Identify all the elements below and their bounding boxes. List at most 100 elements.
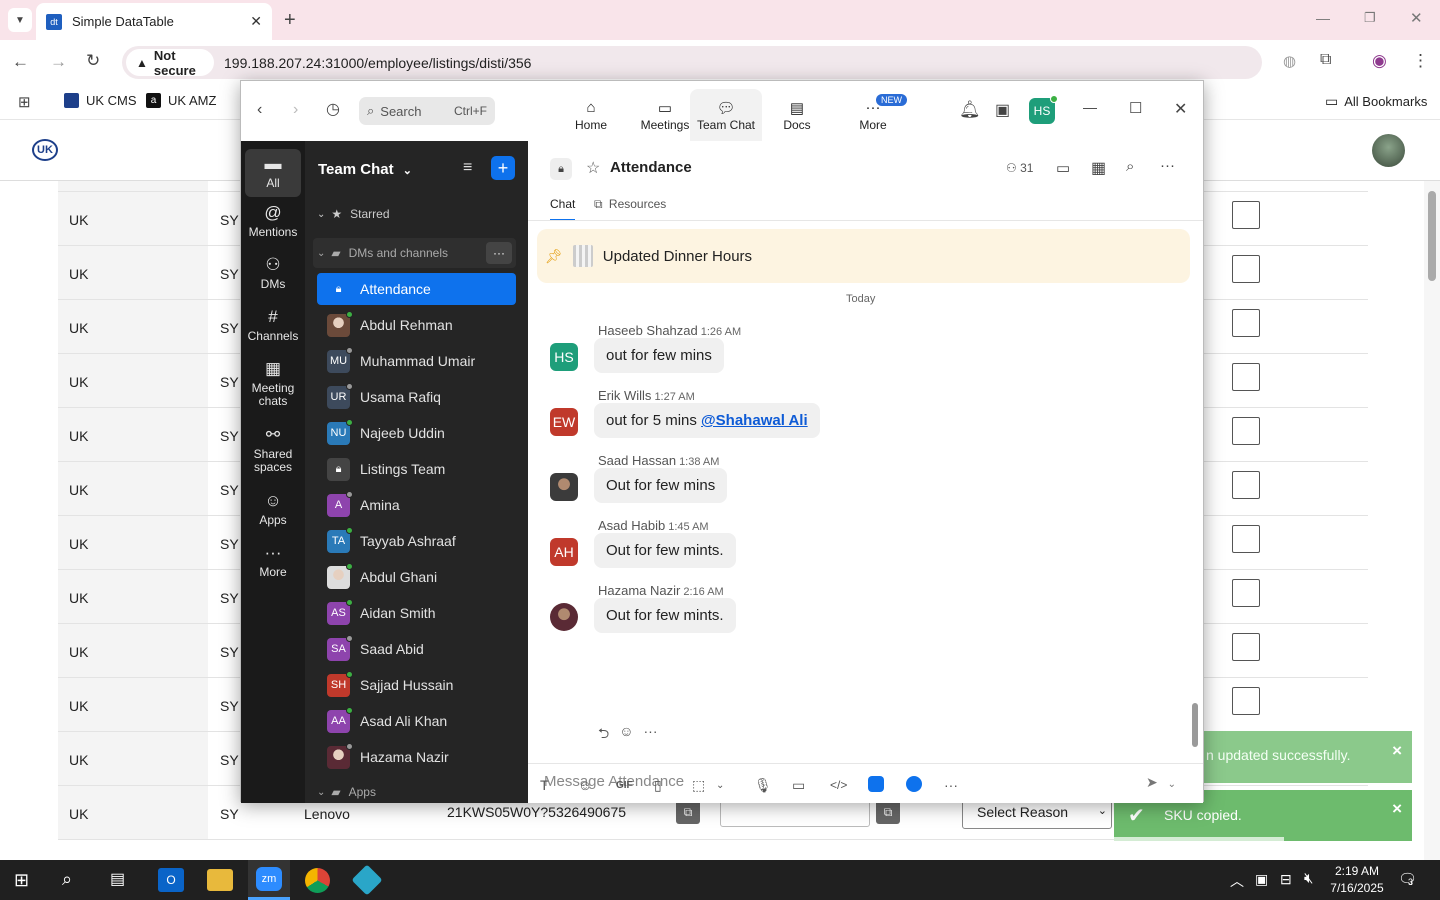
channel-more-icon[interactable]: ···	[1160, 157, 1175, 174]
filter-icon[interactable]: ≡	[463, 159, 472, 177]
row-checkbox[interactable]	[1232, 201, 1260, 229]
row-checkbox[interactable]	[1232, 417, 1260, 445]
toast-close-icon[interactable]: ×	[1392, 741, 1402, 761]
video-call-icon[interactable]: ▭	[1056, 159, 1070, 177]
starred-section[interactable]: ⌄ ★ Starred	[317, 207, 390, 221]
zoom-search[interactable]: ⌕ Search Ctrl+F	[359, 97, 495, 125]
close-window-icon[interactable]: ✕	[1410, 9, 1423, 27]
screenshot-icon[interactable]: ⬚	[692, 777, 716, 794]
row-checkbox[interactable]	[1232, 579, 1260, 607]
tab-resources[interactable]: ⧉ Resources	[594, 197, 666, 212]
forward-icon[interactable]: →	[50, 52, 67, 72]
omnibox[interactable]: ▲ Not secure 199.188.207.24:31000/employ…	[122, 46, 1262, 79]
row-checkbox[interactable]	[1232, 471, 1260, 499]
row-checkbox[interactable]	[1232, 363, 1260, 391]
security-chip[interactable]: ▲ Not secure	[126, 48, 214, 78]
message[interactable]: Hazama Nazir 2:16 AM Out for few mints.	[550, 583, 1150, 643]
file-icon[interactable]: ▯	[654, 777, 692, 794]
row-checkbox[interactable]	[1232, 309, 1260, 337]
gif-icon[interactable]: GIF	[616, 780, 654, 791]
contact-aidan-smith[interactable]: AS Aidan Smith	[317, 597, 516, 629]
message[interactable]: Saad Hassan 1:38 AM Out for few mins	[550, 453, 1150, 513]
message[interactable]: AH Asad Habib 1:45 AM Out for few mints.	[550, 518, 1150, 578]
row-checkbox[interactable]	[1232, 525, 1260, 553]
pinned-banner[interactable]: 📌︎ Updated Dinner Hours	[537, 229, 1190, 283]
page-scrollbar[interactable]	[1424, 181, 1440, 860]
history-icon[interactable]: ◷	[326, 99, 340, 119]
sender-name[interactable]: Haseeb Shahzad	[598, 323, 698, 338]
search-icon[interactable]: ⌕	[62, 869, 72, 890]
rail-channels[interactable]: # Channels	[241, 307, 305, 343]
text-format-icon[interactable]: T	[540, 777, 578, 793]
contact-najeeb-uddin[interactable]: NU Najeeb Uddin	[317, 417, 516, 449]
rail-dms[interactable]: ⚇ DMs	[241, 255, 305, 291]
more-icon[interactable]: ···	[944, 777, 982, 793]
extensions-icon[interactable]: ⧉	[1320, 51, 1331, 69]
tray-chevron-icon[interactable]: ︿	[1230, 871, 1244, 891]
volume-icon[interactable]: 🔇︎	[1304, 870, 1313, 887]
tab-chat[interactable]: Chat	[550, 197, 576, 221]
sender-name[interactable]: Hazama Nazir	[598, 583, 680, 598]
members-count[interactable]: ⚇ 31	[1006, 161, 1033, 175]
bookmark-uk-cms[interactable]: UK CMS	[64, 93, 137, 108]
chat-scrollbar[interactable]	[1192, 221, 1198, 761]
chevron-down-icon[interactable]: ⌄	[716, 780, 754, 791]
rail-meeting-chats[interactable]: ▦ Meeting chats	[241, 359, 305, 408]
message-avatar[interactable]: EW	[550, 408, 578, 436]
task-view-icon[interactable]: ▤	[110, 869, 125, 889]
contact-hazama-nazir[interactable]: Hazama Nazir	[317, 741, 516, 773]
contact-asad-ali-khan[interactable]: AA Asad Ali Khan	[317, 705, 516, 737]
zoom-maximize-icon[interactable]: ☐	[1129, 99, 1142, 117]
send-button[interactable]: ➤ ⌄	[1146, 774, 1176, 791]
mention-link[interactable]: @Shahawal Ali	[701, 412, 808, 429]
sender-name[interactable]: Saad Hassan	[598, 453, 676, 468]
chrome-icon[interactable]	[305, 868, 330, 893]
message-avatar[interactable]	[550, 473, 578, 501]
user-avatar[interactable]: HS	[1029, 95, 1058, 124]
outlook-icon[interactable]: O	[158, 868, 184, 892]
profile-icon[interactable]: ◉	[1372, 51, 1387, 71]
zoom-back-icon[interactable]: ‹	[257, 101, 262, 119]
row-checkbox[interactable]	[1232, 255, 1260, 283]
star-outline-icon[interactable]: ☆	[586, 158, 600, 178]
user-avatar[interactable]	[1372, 134, 1405, 167]
apps-section[interactable]: ⌄ ▰ Apps	[317, 785, 376, 799]
message[interactable]: EW Erik Wills 1:27 AM out for 5 mins @Shaha…	[550, 388, 1150, 448]
contact-usama-rafiq[interactable]: UR Usama Rafiq	[317, 381, 516, 413]
row-checkbox[interactable]	[1232, 687, 1260, 715]
restore-icon[interactable]: ❐	[1364, 10, 1376, 26]
toast-close-icon[interactable]: ×	[1392, 799, 1402, 819]
reload-icon[interactable]: ↻	[86, 51, 100, 71]
nav-tab-more[interactable]: ··· More NEW	[841, 89, 907, 141]
zoom-minimize-icon[interactable]: —	[1083, 99, 1097, 115]
start-icon[interactable]: ⊞	[14, 870, 29, 891]
zoom-forward-icon[interactable]: ›	[293, 101, 298, 119]
notifications-icon[interactable]: 🗨︎ 3	[1398, 870, 1417, 888]
file-explorer-icon[interactable]	[207, 869, 233, 891]
tab-search-button[interactable]: ▼	[8, 8, 32, 32]
app-icon[interactable]	[351, 864, 383, 896]
scroll-thumb[interactable]	[1428, 191, 1436, 281]
rail-more[interactable]: ··· More	[241, 543, 305, 579]
browser-menu-icon[interactable]: ⋮	[1412, 51, 1429, 71]
contact-listings-team[interactable]: 🔒︎ Listings Team	[317, 453, 516, 485]
zoom-close-icon[interactable]: ✕	[1174, 99, 1187, 119]
code-icon[interactable]: </>	[830, 778, 868, 792]
video-clip-icon[interactable]: ▭	[792, 777, 830, 794]
message-avatar[interactable]: HS	[550, 343, 578, 371]
network-icon[interactable]: ⊟	[1280, 871, 1292, 888]
back-icon[interactable]: ←	[12, 52, 29, 72]
app-icon[interactable]	[868, 775, 906, 795]
channel-search-icon[interactable]: ⌕	[1126, 158, 1134, 175]
browser-tab[interactable]: dt Simple DataTable ✕	[36, 3, 272, 40]
contact-attendance[interactable]: 🔒︎ Attendance	[317, 273, 516, 305]
all-bookmarks[interactable]: ▭ All Bookmarks	[1325, 93, 1427, 110]
reply-icon[interactable]: ⮌	[598, 723, 609, 747]
security-tray-icon[interactable]: ▣	[1255, 871, 1268, 888]
team-chat-title[interactable]: Team Chat ⌄	[318, 161, 412, 178]
channel-title[interactable]: Attendance	[610, 159, 692, 176]
contact-muhammad-umair[interactable]: MU Muhammad Umair	[317, 345, 516, 377]
mic-icon[interactable]: 🎙︎	[754, 777, 792, 794]
translate-icon[interactable]: ◍	[1283, 52, 1296, 70]
nav-tab-meetings[interactable]: ▭ Meetings	[633, 89, 697, 141]
